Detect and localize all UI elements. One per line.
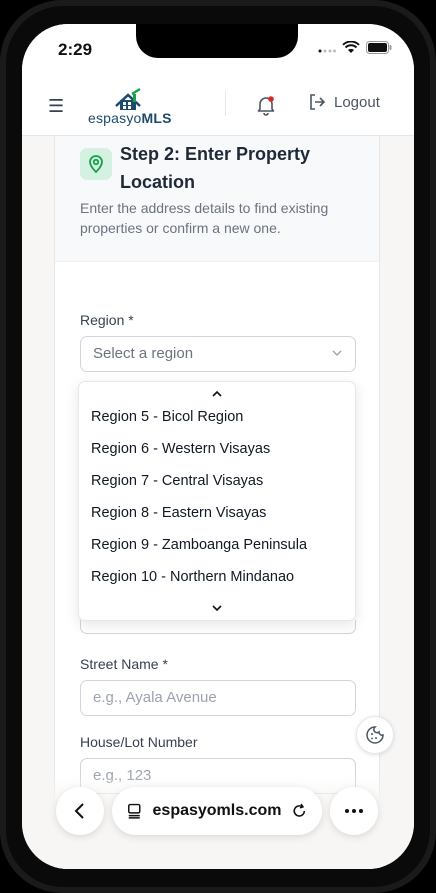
header-divider [225,90,226,116]
bell-icon [257,96,275,116]
tabs-icon [128,803,141,819]
espasyomls-logo[interactable]: espasyoMLS [88,86,172,130]
reload-icon[interactable] [291,802,308,820]
street-name-input[interactable]: e.g., Ayala Avenue [80,680,356,716]
chevron-down-icon[interactable] [211,602,223,614]
dynamic-island [136,24,298,58]
address-bar[interactable]: espasyomls.com [112,787,322,835]
logo-suffix: MLS [141,110,172,126]
browser-back-button[interactable] [56,787,104,835]
step-header: Step 2: Enter Property Location Enter th… [55,136,379,262]
region-label: Region * [80,312,134,328]
region-option[interactable]: Region 8 - Eastern Visayas [91,505,266,521]
location-badge [80,148,112,180]
app-header: ☰ espasyoMLS Logout [22,80,414,136]
status-icons [318,41,392,54]
ellipsis-icon [345,809,363,813]
region-dropdown-list[interactable]: Region 5 - Bicol Region Region 6 - Weste… [78,381,356,621]
chevron-left-icon [74,803,84,819]
region-option[interactable]: Region 7 - Central Visayas [91,473,263,489]
url-text: espasyomls.com [152,802,282,819]
cookie-settings-button[interactable] [356,716,394,754]
logout-button[interactable]: Logout [308,93,380,111]
status-time: 2:29 [58,40,93,59]
region-select[interactable]: Select a region [80,336,356,372]
hamburger-menu-icon[interactable]: ☰ [48,96,64,117]
chevron-up-icon[interactable] [211,388,223,400]
street-label: Street Name * [80,656,168,672]
map-pin-icon [89,155,103,174]
region-option[interactable]: Region 10 - Northern Mindanao [91,569,294,585]
region-option[interactable]: Region 9 - Zamboanga Peninsula [91,537,307,553]
signal-icon [318,49,336,52]
province-select-partial[interactable] [80,620,356,634]
notification-button[interactable] [256,94,276,121]
step-title: Step 2: Enter Property Location [120,144,311,192]
logo-prefix: espasyo [88,110,142,126]
region-select-placeholder: Select a region [93,345,194,362]
battery-icon [366,41,392,54]
wifi-icon [342,41,360,53]
cookie-icon [366,726,384,744]
screen: 2:29 ☰ espasyoMLS Logout Step 2: Enter P… [22,24,414,869]
region-option[interactable]: Region 6 - Western Visayas [91,441,270,457]
logout-icon [310,94,326,110]
region-option[interactable]: Region 5 - Bicol Region [91,409,243,425]
logo-wordmark: espasyoMLS [88,110,172,126]
status-bar: 2:29 [22,24,414,80]
chevron-down-icon [332,350,342,356]
browser-more-button[interactable] [330,787,378,835]
logout-label: Logout [334,93,380,111]
step-description: Enter the address details to find existi… [80,200,329,236]
house-label: House/Lot Number [80,734,198,750]
house-logo-icon [115,87,141,110]
street-name-placeholder: e.g., Ayala Avenue [93,689,217,706]
